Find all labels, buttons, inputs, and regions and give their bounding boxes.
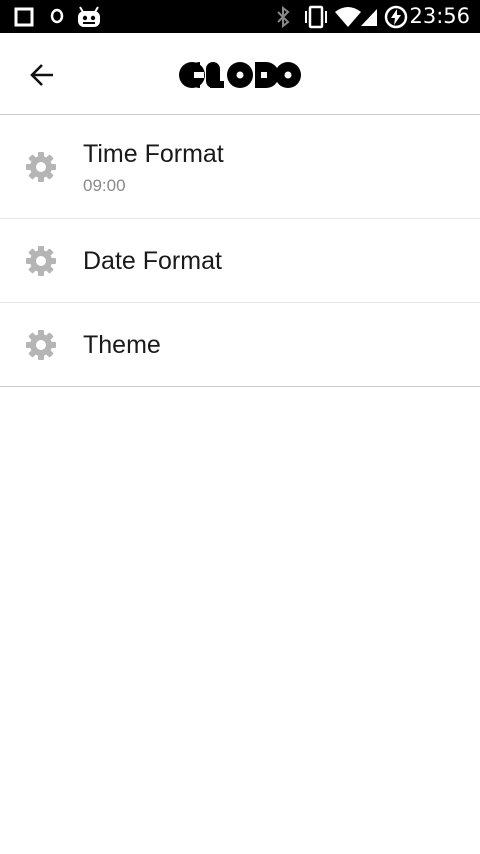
status-bar: 23:56 (0, 0, 480, 33)
battery-charging-icon (384, 0, 408, 33)
settings-list: Time Format 09:00 Date Format Theme (0, 115, 480, 387)
setting-item-theme[interactable]: Theme (0, 303, 480, 387)
setting-item-date-format[interactable]: Date Format (0, 219, 480, 303)
vibrate-icon (305, 0, 327, 33)
bluetooth-icon (276, 0, 290, 33)
setting-summary: 09:00 (83, 176, 126, 195)
app-bar (0, 33, 480, 115)
wifi-icon (334, 0, 362, 33)
gear-icon (26, 152, 56, 182)
square-icon (14, 0, 34, 33)
back-button[interactable] (18, 51, 66, 99)
gear-icon (26, 246, 56, 276)
location-icon (50, 0, 64, 33)
setting-title: Date Format (83, 247, 222, 275)
setting-title: Theme (83, 331, 161, 359)
gear-icon (26, 330, 56, 360)
app-logo (178, 57, 302, 93)
setting-item-time-format[interactable]: Time Format 09:00 (0, 115, 480, 219)
android-icon (76, 0, 102, 33)
setting-title: Time Format (83, 140, 224, 168)
signal-icon (359, 0, 379, 33)
clock-time: 23:56 (409, 4, 470, 28)
arrow-left-icon (30, 64, 53, 86)
